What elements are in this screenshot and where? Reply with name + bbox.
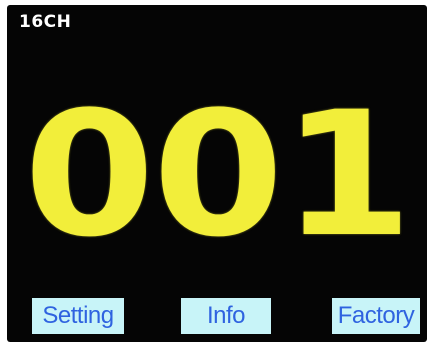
channel-number-display: 001	[23, 74, 413, 275]
device-screen: 16CH 001 Setting Info Factory	[7, 5, 427, 342]
channel-count-label: 16CH	[19, 12, 72, 32]
info-button[interactable]: Info	[181, 298, 271, 334]
setting-button[interactable]: Setting	[32, 298, 124, 334]
factory-button[interactable]: Factory	[332, 298, 420, 334]
